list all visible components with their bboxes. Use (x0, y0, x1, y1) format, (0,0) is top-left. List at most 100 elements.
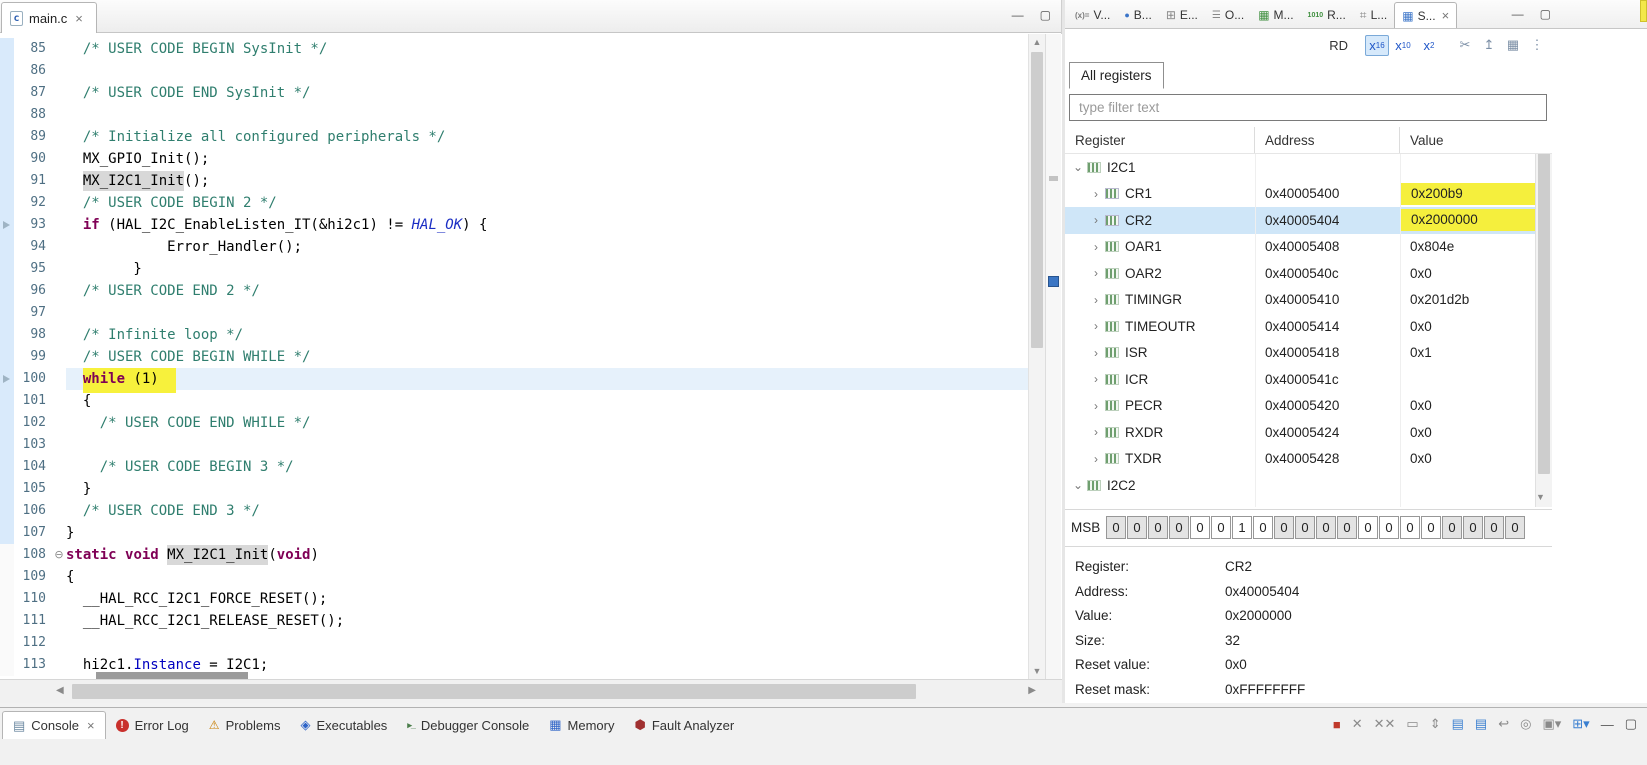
code-text[interactable]: __HAL_RCC_I2C1_FORCE_RESET(); (66, 588, 1028, 610)
minimize-panel-icon[interactable]: — (1512, 7, 1524, 21)
annotation-ruler-cell[interactable] (0, 170, 14, 192)
code-text[interactable]: /* USER CODE BEGIN 2 */ (66, 192, 1028, 214)
overview-ruler[interactable] (1045, 34, 1061, 679)
bit-box[interactable]: 0 (1421, 516, 1441, 539)
register-row[interactable]: › CR1 0x40005400 0x200b9 (1065, 181, 1552, 208)
view-menu-icon[interactable]: ⋮ (1526, 37, 1548, 53)
bit-box[interactable]: 0 (1505, 516, 1525, 539)
maximize-panel-icon[interactable]: ▢ (1540, 7, 1551, 21)
code-line[interactable]: 104 /* USER CODE BEGIN 3 */ (0, 456, 1028, 478)
bottom-tab-executables[interactable]: ◈ Executables (290, 711, 397, 739)
remove-launch-icon[interactable]: ✕ (1352, 716, 1363, 732)
terminate-icon[interactable]: ■ (1333, 717, 1341, 732)
code-line[interactable]: 106 /* USER CODE END 3 */ (0, 500, 1028, 522)
line-number[interactable]: 86 (14, 60, 52, 82)
bit-box[interactable]: 0 (1253, 516, 1273, 539)
line-number[interactable]: 87 (14, 82, 52, 104)
bit-box[interactable]: 0 (1190, 516, 1210, 539)
line-number[interactable]: 100 (14, 368, 52, 390)
code-text[interactable]: while (1) (66, 368, 1028, 393)
code-text[interactable]: { (66, 566, 1028, 588)
code-line[interactable]: 94 Error_Handler(); (0, 236, 1028, 258)
minimize-editor-icon[interactable]: — (1012, 8, 1024, 22)
code-line[interactable]: 89 /* Initialize all configured peripher… (0, 126, 1028, 148)
register-row[interactable]: › ISR 0x40005418 0x1 (1065, 340, 1552, 367)
code-text[interactable]: /* USER CODE END 3 */ (66, 500, 1028, 522)
bit-box[interactable]: 0 (1148, 516, 1168, 539)
line-number[interactable]: 94 (14, 236, 52, 258)
code-line[interactable]: 92 /* USER CODE BEGIN 2 */ (0, 192, 1028, 214)
code-text[interactable]: /* USER CODE BEGIN 3 */ (66, 456, 1028, 478)
scroll-left-icon[interactable]: ◀ (56, 685, 64, 696)
word-wrap-icon[interactable]: ↩ (1498, 716, 1509, 732)
editor-horizontal-scrollbar[interactable]: ◀ ▶ (0, 679, 1062, 703)
code-text[interactable] (66, 104, 1028, 126)
annotation-ruler-cell[interactable] (0, 412, 14, 434)
line-number[interactable]: 105 (14, 478, 52, 500)
annotation-ruler-cell[interactable] (0, 192, 14, 214)
code-text[interactable] (66, 434, 1028, 456)
register-row[interactable]: › OAR1 0x40005408 0x804e (1065, 234, 1552, 261)
register-row[interactable]: › TIMEOUTR 0x40005414 0x0 (1065, 313, 1552, 340)
bit-box[interactable]: 0 (1127, 516, 1147, 539)
layout-icon[interactable]: ▦ (1502, 37, 1524, 53)
code-line[interactable]: 105 } (0, 478, 1028, 500)
register-filter-input[interactable] (1069, 94, 1547, 121)
code-line[interactable]: 109 { (0, 566, 1028, 588)
code-text[interactable]: if (HAL_I2C_EnableListen_IT(&hi2c1) != H… (66, 214, 1028, 236)
line-number[interactable]: 103 (14, 434, 52, 456)
overview-blue-marker[interactable] (1048, 276, 1059, 287)
code-line[interactable]: 86 (0, 60, 1028, 82)
chevron-right-icon[interactable]: › (1089, 266, 1103, 280)
line-number[interactable]: 93 (14, 214, 52, 236)
open-console-icon[interactable]: ⊞▾ (1572, 716, 1589, 732)
view-tab-sfrs[interactable]: ▦ S... × (1394, 2, 1458, 28)
annotation-ruler-cell[interactable] (0, 434, 14, 456)
code-text[interactable]: { (66, 390, 1028, 412)
scroll-up-icon[interactable]: ▲ (1029, 34, 1045, 50)
annotation-ruler-cell[interactable] (0, 390, 14, 412)
editor-vertical-scrollbar[interactable]: ▲ ▼ (1028, 34, 1045, 679)
chevron-right-icon[interactable]: › (1089, 399, 1103, 413)
code-line[interactable]: 100 while (1) (0, 368, 1028, 393)
view-tab-breakpoints[interactable]: ● B... (1117, 2, 1158, 28)
line-number[interactable]: 107 (14, 522, 52, 544)
show-stderr-icon[interactable]: ▤ (1475, 716, 1487, 732)
register-group-row[interactable]: ⌄ I2C2 (1065, 472, 1552, 499)
chevron-right-icon[interactable]: › (1089, 452, 1103, 466)
annotation-ruler-cell[interactable] (0, 258, 14, 280)
line-number[interactable]: 112 (14, 632, 52, 654)
view-tab-variables[interactable]: (x)= V... (1068, 2, 1117, 28)
code-line[interactable]: 97 (0, 302, 1028, 324)
code-line[interactable]: 98 /* Infinite loop */ (0, 324, 1028, 346)
code-line[interactable]: 103 (0, 434, 1028, 456)
code-line[interactable]: 99 /* USER CODE BEGIN WHILE */ (0, 346, 1028, 368)
bit-box[interactable]: 0 (1337, 516, 1357, 539)
view-tab-expressions[interactable]: ⊞ E... (1159, 2, 1205, 28)
radix-x2-button[interactable]: x2 (1417, 35, 1441, 56)
code-text[interactable]: /* USER CODE END 2 */ (66, 280, 1028, 302)
registers-table-header[interactable]: Register Address Value (1065, 127, 1552, 154)
line-number[interactable]: 92 (14, 192, 52, 214)
chevron-right-icon[interactable]: › (1089, 319, 1103, 333)
bottom-tab-debugger-console[interactable]: ▸_ Debugger Console (397, 711, 539, 739)
annotation-ruler-cell[interactable] (0, 654, 14, 676)
code-text[interactable]: __HAL_RCC_I2C1_RELEASE_RESET(); (66, 610, 1028, 632)
code-text[interactable]: /* Infinite loop */ (66, 324, 1028, 346)
register-row[interactable]: › PECR 0x40005420 0x0 (1065, 393, 1552, 420)
register-group-row[interactable]: ⌄ I2C1 (1065, 154, 1552, 181)
editor-body[interactable]: 85 /* USER CODE BEGIN SysInit */86 87 /* … (0, 34, 1062, 679)
line-number[interactable]: 104 (14, 456, 52, 478)
annotation-ruler-cell[interactable] (0, 346, 14, 368)
column-address[interactable]: Address (1255, 127, 1400, 153)
bit-box[interactable]: 0 (1316, 516, 1336, 539)
register-row[interactable]: › TXDR 0x40005428 0x0 (1065, 446, 1552, 473)
all-registers-tab[interactable]: All registers (1069, 62, 1164, 89)
code-line[interactable]: 108 ⊖ static void MX_I2C1_Init(void) (0, 544, 1028, 566)
code-line[interactable]: 95 } (0, 258, 1028, 280)
radix-x16-button[interactable]: x 16 (1365, 34, 1389, 56)
code-line[interactable]: 112 (0, 632, 1028, 654)
code-line[interactable]: 96 /* USER CODE END 2 */ (0, 280, 1028, 302)
annotation-ruler-cell[interactable] (0, 632, 14, 654)
bit-box[interactable]: 1 (1232, 516, 1252, 539)
